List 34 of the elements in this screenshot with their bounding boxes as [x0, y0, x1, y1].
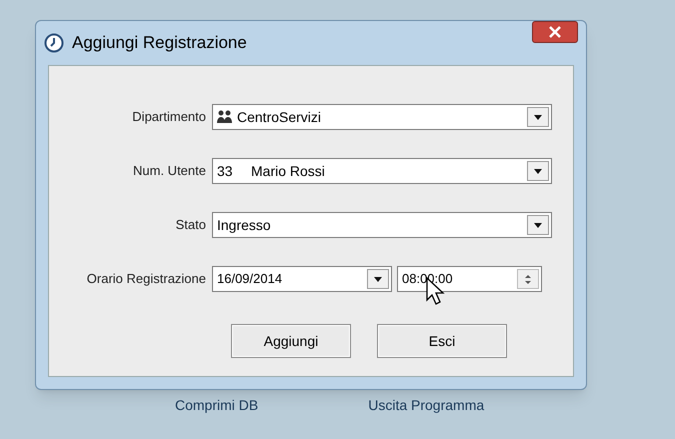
- caret-icon: [374, 276, 382, 282]
- window-title: Aggiungi Registrazione: [72, 32, 248, 54]
- time-value: 08:00:00: [402, 270, 454, 288]
- dialog-button[interactable]: Aggiungi: [231, 324, 351, 358]
- field-label: Num. Utente: [132, 162, 207, 180]
- down-arrow-icon: [525, 280, 531, 284]
- field-label: Orario Registrazione: [86, 270, 207, 288]
- caret-icon: [534, 222, 542, 228]
- menu-label[interactable]: Uscita Programma: [368, 395, 484, 416]
- dropdown-field[interactable]: 33 Mario Rossi: [212, 158, 552, 184]
- time-spinner[interactable]: [517, 269, 539, 289]
- close-button[interactable]: [532, 21, 578, 43]
- selected-value: Ingresso: [217, 216, 272, 235]
- dropdown-button[interactable]: [527, 161, 549, 181]
- date-value: 16/09/2014: [217, 270, 284, 288]
- caret-icon: [534, 114, 542, 120]
- caret-icon: [534, 168, 542, 174]
- dropdown-button[interactable]: [527, 215, 549, 235]
- dropdown-button[interactable]: [367, 269, 389, 289]
- selected-value: CentroServizi: [237, 108, 322, 126]
- clock-icon: [44, 33, 64, 53]
- people-icon: [217, 110, 233, 124]
- selected-value: Mario Rossi: [251, 162, 326, 180]
- up-arrow-icon: [525, 274, 531, 278]
- user-number: 33: [217, 162, 234, 180]
- dialog-button[interactable]: Esci: [377, 324, 507, 358]
- menu-label[interactable]: Comprimi DB: [175, 395, 258, 416]
- close-icon: [549, 26, 561, 38]
- dropdown-field[interactable]: Ingresso: [212, 212, 552, 238]
- date-field[interactable]: 16/09/2014: [212, 266, 392, 292]
- dropdown-field[interactable]: CentroServizi: [212, 104, 552, 130]
- field-label: Stato: [174, 216, 207, 234]
- field-label: Dipartimento: [131, 108, 207, 126]
- dropdown-button[interactable]: [527, 107, 549, 127]
